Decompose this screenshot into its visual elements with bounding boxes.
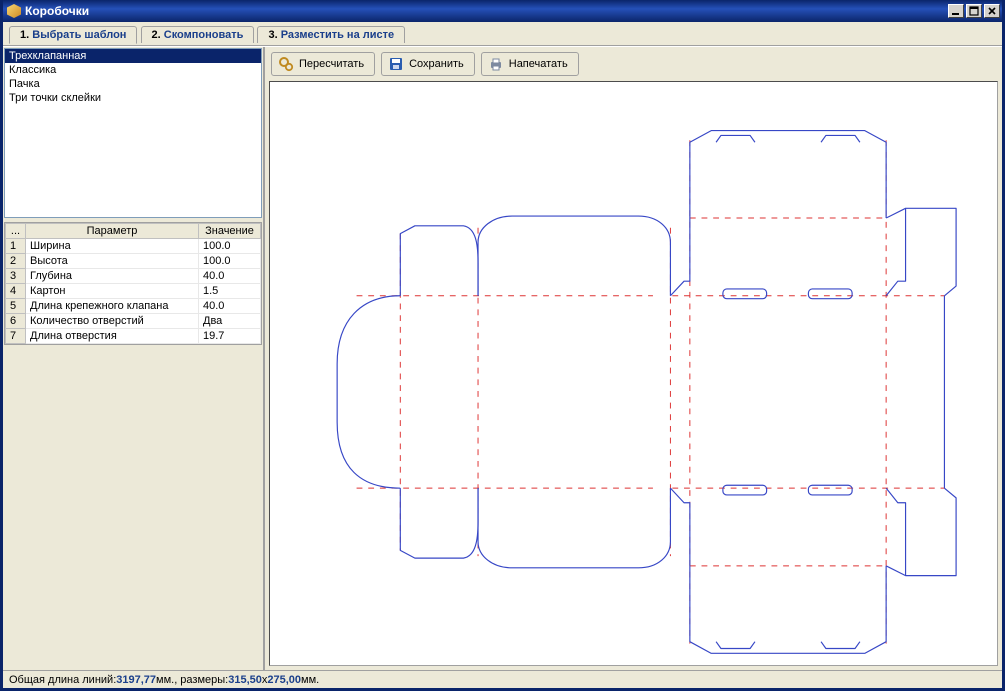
save-button[interactable]: Сохранить [381, 52, 475, 76]
table-row[interactable]: 1Ширина100.0 [6, 239, 261, 254]
table-row[interactable]: 2Высота100.0 [6, 254, 261, 269]
status-height: 275,00 [267, 674, 301, 686]
preview-canvas[interactable] [269, 81, 998, 666]
toolbar: Пересчитать Сохранить Напечатать [267, 49, 1000, 81]
table-row[interactable]: 4Картон1.5 [6, 284, 261, 299]
list-item[interactable]: Классика [5, 63, 261, 77]
param-name-cell: Картон [26, 284, 199, 299]
button-label: Напечатать [509, 58, 568, 70]
tab-compose[interactable]: 2. Скомпоновать [141, 26, 255, 43]
status-width: 315,50 [228, 674, 262, 686]
table-row[interactable]: 5Длина крепежного клапана40.0 [6, 299, 261, 314]
row-number: 2 [6, 254, 26, 269]
minimize-button[interactable] [948, 4, 964, 18]
statusbar: Общая длина линий: 3197,77 мм., размеры:… [3, 670, 1002, 688]
printer-icon [488, 56, 504, 72]
tab-choose-template[interactable]: 1. Выбрать шаблон [9, 26, 137, 44]
row-number: 1 [6, 239, 26, 254]
row-number: 5 [6, 299, 26, 314]
template-list[interactable]: Трехклапанная Классика Пачка Три точки с… [4, 48, 262, 218]
recalc-button[interactable]: Пересчитать [271, 52, 375, 76]
col-header-value[interactable]: Значение [199, 224, 261, 239]
table-row[interactable]: 6Количество отверстийДва [6, 314, 261, 329]
gears-icon [278, 56, 294, 72]
row-number: 7 [6, 329, 26, 344]
maximize-button[interactable] [966, 4, 982, 18]
window-title: Коробочки [25, 4, 89, 18]
titlebar: Коробочки [3, 0, 1002, 22]
app-box-icon [7, 4, 21, 18]
table-row[interactable]: 3Глубина40.0 [6, 269, 261, 284]
param-name-cell: Длина крепежного клапана [26, 299, 199, 314]
table-row[interactable]: 7Длина отверстия19.7 [6, 329, 261, 344]
list-item[interactable]: Трехклапанная [5, 49, 261, 63]
list-item[interactable]: Три точки склейки [5, 91, 261, 105]
row-number: 4 [6, 284, 26, 299]
param-value-cell[interactable]: 100.0 [199, 254, 261, 269]
param-value-cell[interactable]: 100.0 [199, 239, 261, 254]
print-button[interactable]: Напечатать [481, 52, 579, 76]
param-name-cell: Высота [26, 254, 199, 269]
status-lines-length: 3197,77 [116, 674, 156, 686]
param-value-cell[interactable]: 1.5 [199, 284, 261, 299]
button-label: Сохранить [409, 58, 464, 70]
floppy-icon [388, 56, 404, 72]
col-header-param[interactable]: Параметр [26, 224, 199, 239]
param-name-cell: Глубина [26, 269, 199, 284]
param-value-cell[interactable]: Два [199, 314, 261, 329]
param-name-cell: Количество отверстий [26, 314, 199, 329]
tab-place-on-sheet[interactable]: 3. Разместить на листе [257, 26, 405, 43]
row-number: 3 [6, 269, 26, 284]
parameter-table: ... Параметр Значение 1Ширина100.02Высот… [4, 222, 262, 345]
list-item[interactable]: Пачка [5, 77, 261, 91]
param-value-cell[interactable]: 40.0 [199, 299, 261, 314]
tabbar: 1. Выбрать шаблон 2. Скомпоновать 3. Раз… [3, 22, 1002, 46]
table-corner-button[interactable]: ... [6, 224, 26, 239]
close-button[interactable] [984, 4, 1000, 18]
button-label: Пересчитать [299, 58, 364, 70]
param-name-cell: Ширина [26, 239, 199, 254]
row-number: 6 [6, 314, 26, 329]
param-value-cell[interactable]: 40.0 [199, 269, 261, 284]
param-value-cell[interactable]: 19.7 [199, 329, 261, 344]
param-name-cell: Длина отверстия [26, 329, 199, 344]
